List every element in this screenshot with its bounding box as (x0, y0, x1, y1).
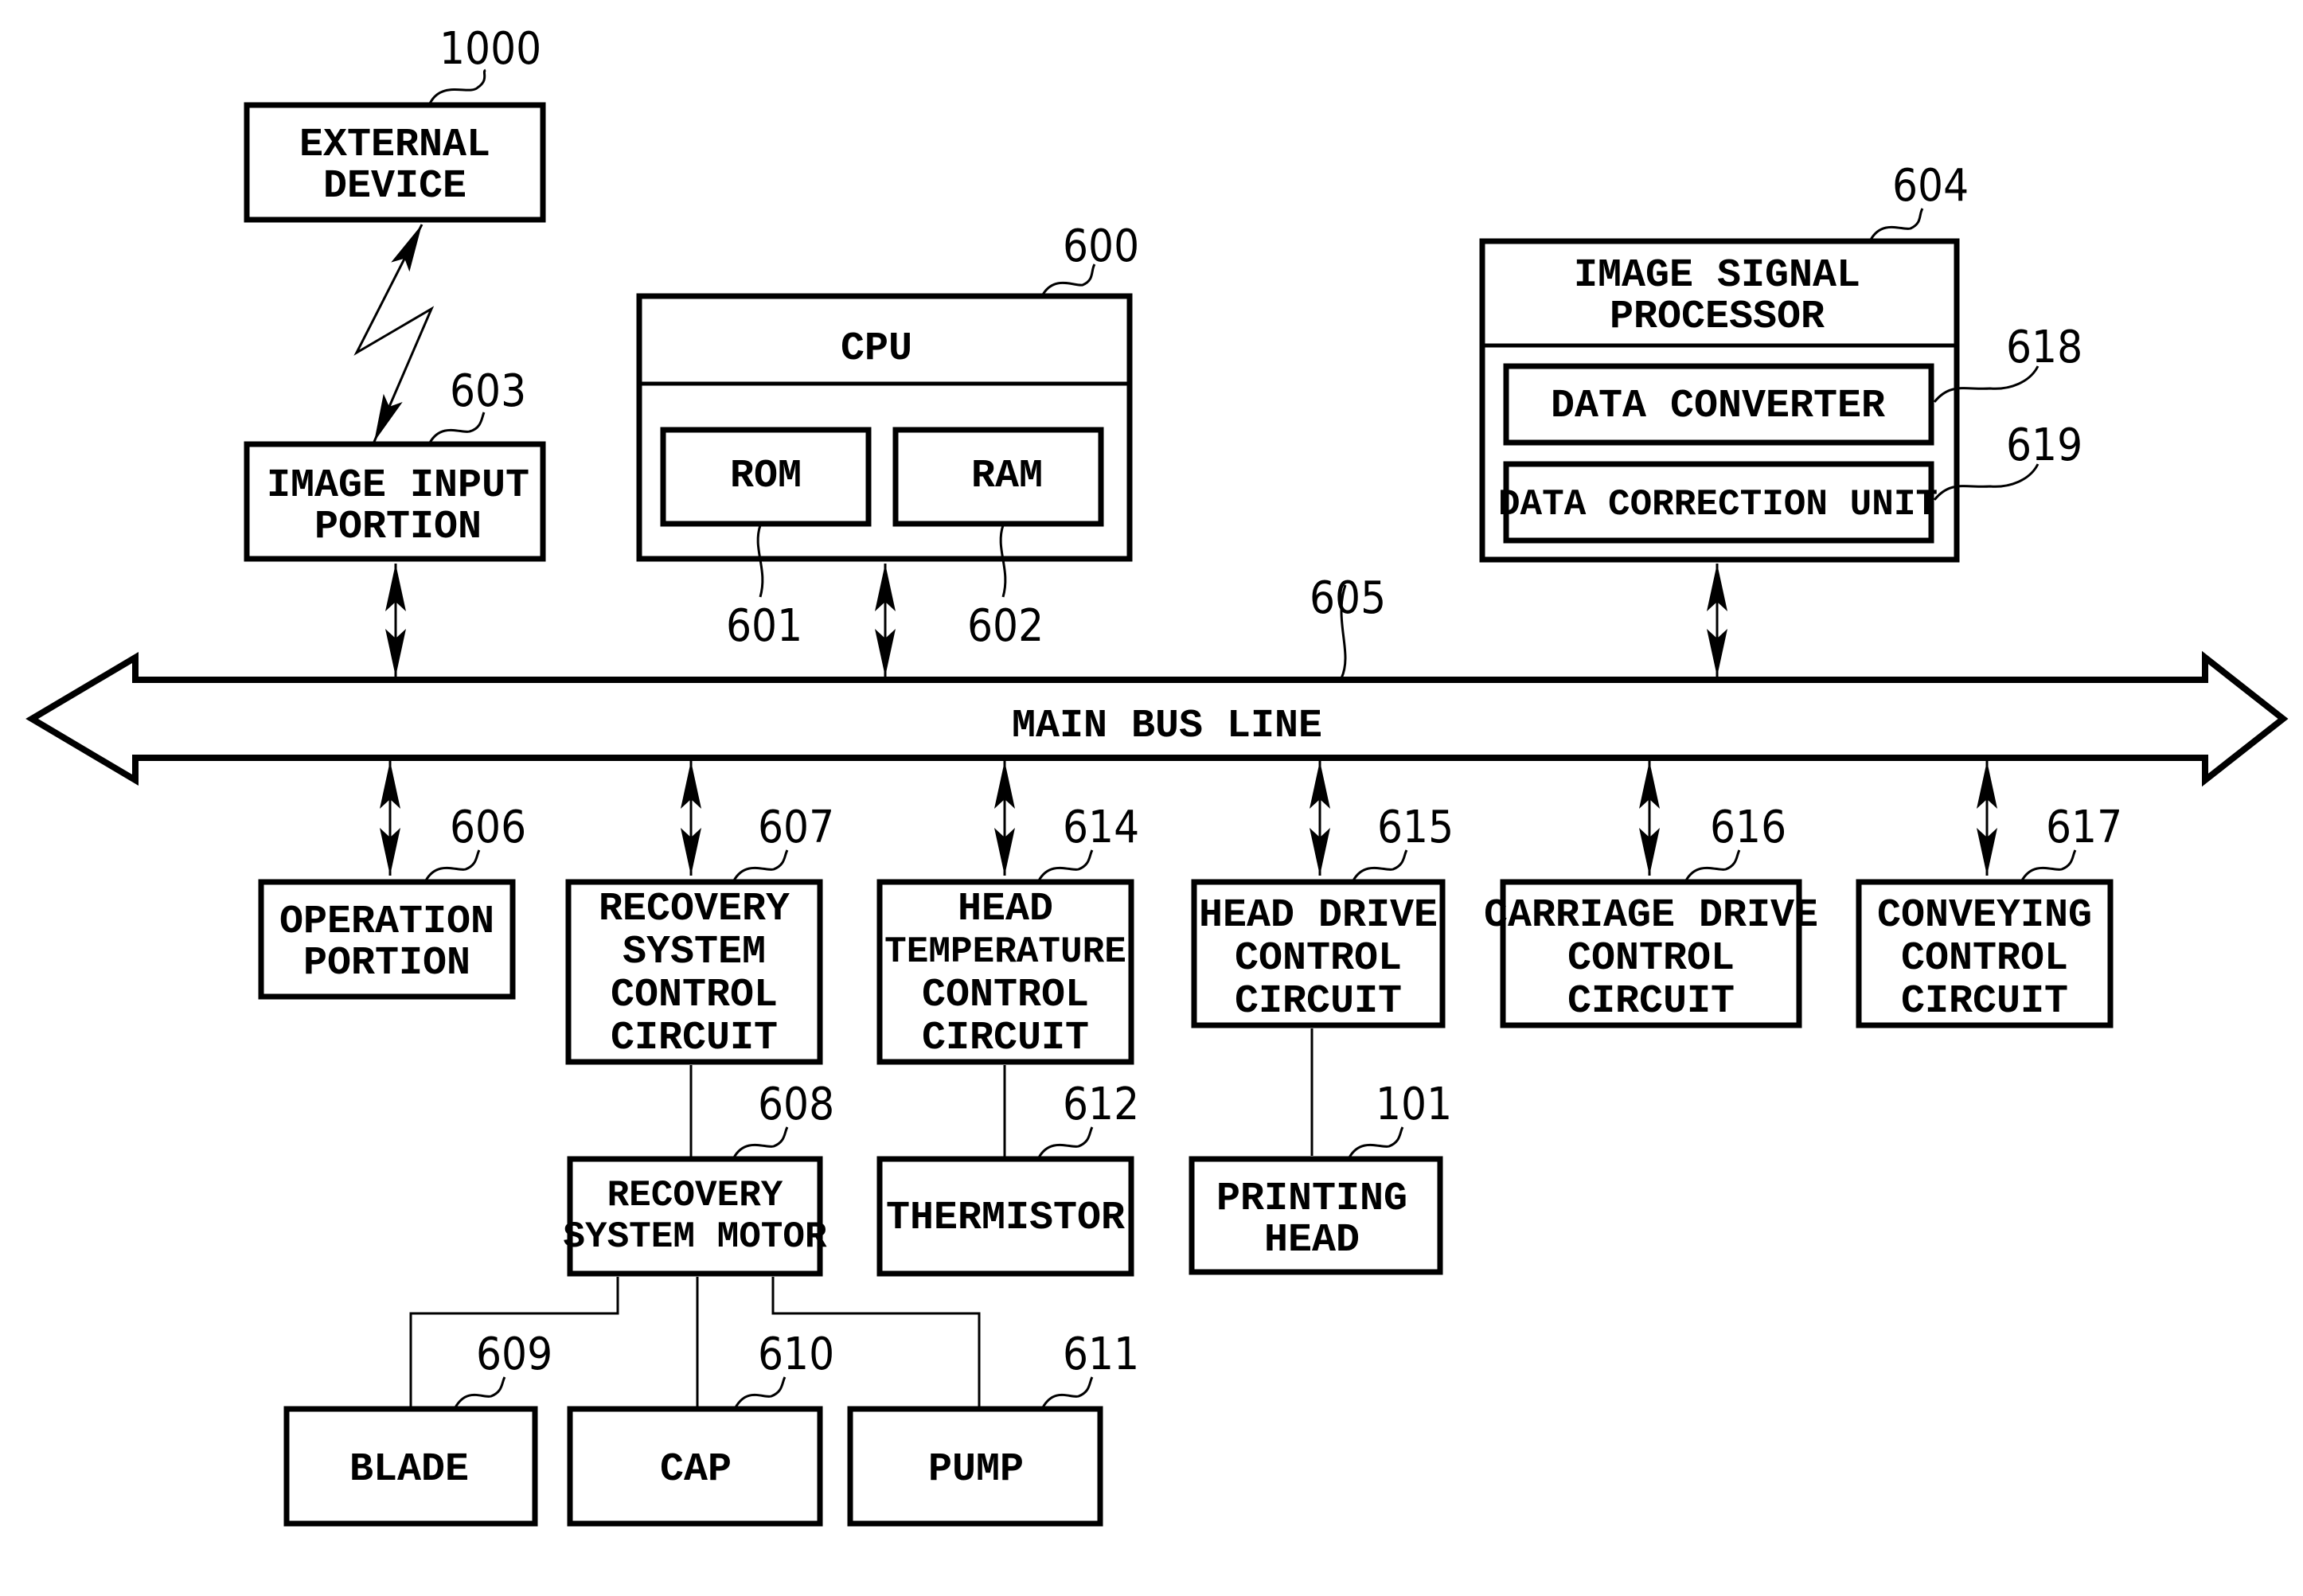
ref-leader (1348, 1126, 1404, 1158)
head-temperature-control-block: HEAD TEMPERATURE CONTROL CIRCUIT 614 (876, 802, 1139, 1065)
data-converter-ref: 618 (2006, 322, 2082, 373)
cap-ref: 610 (758, 1329, 834, 1380)
recovery-system-control-block: RECOVERY SYSTEM CONTROL CIRCUIT 607 (565, 802, 834, 1065)
printing-head-ref: 101 (1376, 1079, 1452, 1130)
ram-ref: 602 (967, 600, 1044, 652)
printing-head-label-1: PRINTING (1216, 1177, 1407, 1222)
image-input-label-1: IMAGE INPUT (267, 463, 529, 509)
cpu-label: CPU (841, 326, 912, 372)
ref-leader (1037, 849, 1094, 881)
ref-leader (1041, 1376, 1094, 1408)
conveying-label-2: CONTROL (1901, 936, 2068, 981)
printing-head-label-2: HEAD (1264, 1218, 1360, 1263)
recovery-ctrl-ref: 607 (758, 802, 834, 853)
rom-label: ROM (730, 454, 802, 499)
printing-head-block: PRINTING HEAD 101 (1189, 1079, 1452, 1275)
head-temp-ref: 614 (1063, 802, 1139, 853)
head-drive-label-2: CONTROL (1235, 936, 1402, 981)
image-input-ref: 603 (450, 365, 526, 417)
carriage-drive-control-block: CARRIAGE DRIVE CONTROL CIRCUIT 616 (1484, 802, 1818, 1028)
head-temp-label-3: CONTROL (922, 973, 1089, 1018)
head-temp-label-2: TEMPERATURE (884, 931, 1126, 973)
image-input-label-2: PORTION (314, 505, 482, 550)
cpu-ref: 600 (1063, 220, 1139, 272)
carriage-label-3: CIRCUIT (1567, 979, 1735, 1024)
operation-label-1: OPERATION (279, 899, 494, 945)
isp-label-1: IMAGE SIGNAL (1574, 253, 1860, 299)
ref-leader (1869, 208, 1924, 240)
recovery-ctrl-label-3: CONTROL (611, 973, 778, 1018)
head-drive-control-block: HEAD DRIVE CONTROL CIRCUIT 615 (1191, 802, 1454, 1028)
operation-label-2: PORTION (303, 941, 470, 986)
recovery-motor-label-2: SYSTEM MOTOR (563, 1216, 827, 1258)
carriage-label-2: CONTROL (1567, 936, 1735, 981)
conveying-label-3: CIRCUIT (1901, 979, 2068, 1024)
blade-ref: 609 (476, 1329, 552, 1380)
cap-block: CAP 610 (567, 1329, 834, 1527)
head-drive-ref: 615 (1377, 802, 1454, 853)
recovery-ctrl-label-2: SYSTEM (623, 930, 766, 975)
cpu-block: CPU 600 ROM 601 RAM 602 (636, 220, 1139, 652)
recovery-ctrl-label-1: RECOVERY (599, 887, 790, 932)
ref-leader (1684, 849, 1741, 881)
operation-ref: 606 (450, 802, 526, 853)
conveying-control-block: CONVEYING CONTROL CIRCUIT 617 (1856, 802, 2122, 1028)
blade-block: BLADE 609 (283, 1329, 552, 1527)
ref-leader (454, 1376, 506, 1408)
wireless-link-icon (353, 224, 435, 443)
isp-label-2: PROCESSOR (1610, 295, 1825, 340)
isp-ref: 604 (1892, 160, 1969, 212)
head-temp-label-4: CIRCUIT (922, 1016, 1089, 1061)
ref-leader (428, 68, 486, 104)
pump-ref: 611 (1063, 1329, 1139, 1380)
main-bus: MAIN BUS LINE 605 (25, 572, 2289, 787)
external-device-block: EXTERNAL DEVICE 1000 (244, 23, 546, 223)
printer-control-block-diagram: MAIN BUS LINE 605 EXTERNAL DEVICE 1000 I… (25, 23, 2289, 1527)
recovery-motor-label-1: RECOVERY (607, 1175, 783, 1216)
conveying-label-1: CONVEYING (1877, 893, 2092, 938)
bus-label: MAIN BUS LINE (1012, 704, 1322, 749)
pump-block: PUMP 611 (847, 1329, 1139, 1527)
thermistor-ref: 612 (1063, 1079, 1139, 1130)
head-drive-label-1: HEAD DRIVE (1199, 893, 1438, 938)
thermistor-label: THERMISTOR (886, 1196, 1125, 1241)
head-drive-label-3: CIRCUIT (1235, 979, 1402, 1024)
cap-label: CAP (660, 1447, 732, 1493)
carriage-label-1: CARRIAGE DRIVE (1484, 893, 1818, 938)
ref-leader (1037, 1126, 1094, 1158)
ref-leader (1352, 849, 1408, 881)
bus-ref: 605 (1310, 572, 1386, 624)
ram-label: RAM (971, 454, 1043, 499)
rom-ref: 601 (726, 600, 802, 652)
data-correction-ref: 619 (2006, 419, 2082, 471)
external-device-label-1: EXTERNAL (299, 123, 490, 168)
carriage-ref: 616 (1710, 802, 1786, 853)
recovery-system-motor-block: RECOVERY SYSTEM MOTOR 608 (563, 1079, 834, 1277)
pump-label: PUMP (928, 1447, 1024, 1493)
ref-leader (2020, 849, 2077, 881)
ref-leader (424, 849, 481, 881)
external-device-ref: 1000 (439, 23, 541, 75)
operation-portion-block: OPERATION PORTION 606 (258, 802, 526, 1000)
blade-label: BLADE (349, 1447, 469, 1493)
recovery-ctrl-label-4: CIRCUIT (611, 1016, 778, 1061)
ref-leader (732, 849, 789, 881)
data-correction-label: DATA CORRECTION UNIT (1498, 484, 1938, 525)
recovery-motor-ref: 608 (758, 1079, 834, 1130)
external-device-label-2: DEVICE (323, 164, 466, 209)
data-converter-label: DATA CONVERTER (1551, 384, 1885, 429)
image-signal-processor-block: IMAGE SIGNAL PROCESSOR 604 DATA CONVERTE… (1479, 160, 2082, 563)
ref-leader (734, 1376, 787, 1408)
ref-leader (732, 1126, 789, 1158)
thermistor-block: THERMISTOR 612 (876, 1079, 1139, 1277)
conveying-ref: 617 (2046, 802, 2122, 853)
head-temp-label-1: HEAD (958, 887, 1053, 932)
